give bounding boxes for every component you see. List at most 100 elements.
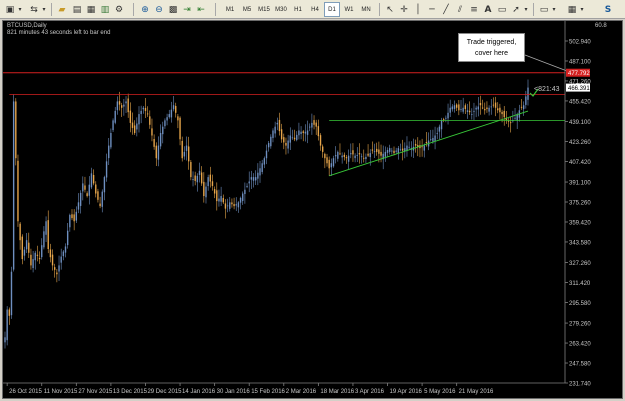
candle-body bbox=[484, 108, 486, 111]
candle-body bbox=[10, 271, 13, 316]
x-tick-label: 18 Mar 2016 bbox=[320, 389, 354, 395]
candle-body bbox=[298, 130, 300, 136]
timeframe-m15[interactable]: M15 bbox=[256, 2, 272, 17]
folder-icon[interactable]: ▰ bbox=[55, 2, 69, 17]
crosshair-icon[interactable]: ✛ bbox=[397, 2, 411, 17]
timeframe-w1[interactable]: W1 bbox=[341, 2, 357, 17]
toolbar-separator bbox=[379, 3, 380, 16]
candle-body bbox=[222, 197, 224, 203]
candle-body bbox=[92, 175, 95, 184]
candle-body bbox=[155, 145, 157, 159]
timeframe-mn[interactable]: MN bbox=[358, 2, 374, 17]
candle-body bbox=[125, 101, 127, 104]
vertical-line-icon[interactable]: │ bbox=[411, 2, 425, 17]
candle-body bbox=[527, 87, 529, 100]
timeframe-m5[interactable]: M5 bbox=[239, 2, 255, 17]
candle-body bbox=[175, 105, 177, 113]
periods-icon[interactable]: ▦ bbox=[565, 2, 579, 17]
candle-body bbox=[369, 153, 371, 158]
candle-body bbox=[220, 196, 222, 202]
candle-body bbox=[494, 102, 497, 108]
market-dropdown-icon[interactable]: ▾ bbox=[41, 2, 47, 17]
indicators-dropdown-icon[interactable]: ▾ bbox=[551, 2, 557, 17]
candle-body bbox=[213, 189, 216, 194]
candle-body bbox=[170, 109, 173, 118]
navigator-icon[interactable]: ▤ bbox=[70, 2, 84, 17]
candle-body bbox=[479, 102, 482, 106]
chart-dropdown-icon[interactable]: ▾ bbox=[17, 2, 23, 17]
candle-body bbox=[492, 104, 495, 106]
price-plot[interactable]: <821:43 231.740 247.580 263.420 279.260 295.5… bbox=[3, 21, 623, 399]
chart-shift-icon[interactable]: ⇤ bbox=[194, 2, 208, 17]
candle-body bbox=[73, 214, 75, 222]
options-icon[interactable]: ⚙ bbox=[112, 2, 126, 17]
candle-body bbox=[421, 146, 423, 148]
candle-body bbox=[12, 101, 15, 270]
candle-body bbox=[378, 149, 380, 154]
candle-body bbox=[34, 252, 36, 261]
candle-body bbox=[436, 132, 438, 134]
candle-body bbox=[224, 203, 227, 209]
text-label-icon[interactable]: ▭ bbox=[495, 2, 509, 17]
candle-body bbox=[43, 231, 45, 248]
cursor-icon[interactable]: ↖ bbox=[383, 2, 397, 17]
candle-body bbox=[82, 183, 84, 192]
candle-body bbox=[311, 122, 313, 128]
candle-body bbox=[475, 107, 477, 110]
candle-body bbox=[185, 145, 188, 151]
text-tool-icon[interactable]: A bbox=[481, 2, 495, 17]
candle-body bbox=[233, 204, 235, 207]
candle-body bbox=[179, 117, 181, 140]
tester-icon[interactable]: ▥ bbox=[98, 2, 112, 17]
indicators-icon[interactable]: ▭ bbox=[537, 2, 551, 17]
x-tick-label: 19 Apr 2016 bbox=[390, 389, 423, 395]
candle-body bbox=[358, 153, 361, 155]
auto-scroll-icon[interactable]: ⇥ bbox=[180, 2, 194, 17]
market-watch-icon[interactable]: ⇆ bbox=[27, 2, 41, 17]
y-tick-label: 375.260 bbox=[569, 201, 591, 207]
candle-body bbox=[159, 132, 162, 147]
candle-body bbox=[172, 105, 175, 110]
timeframe-m30[interactable]: M30 bbox=[273, 2, 289, 17]
horizontal-line-icon[interactable]: ─ bbox=[425, 2, 439, 17]
zoom-in-icon[interactable]: ⊕ bbox=[138, 2, 152, 17]
candle-body bbox=[363, 157, 365, 159]
chart-window[interactable]: BTCUSD,Daily 821 minutes 43 seconds left… bbox=[2, 20, 623, 399]
candle-body bbox=[462, 107, 464, 112]
support-trendline bbox=[329, 110, 529, 177]
timeframe-h4[interactable]: H4 bbox=[307, 2, 323, 17]
candle-body bbox=[285, 142, 287, 146]
x-tick-label: 14 Jan 2016 bbox=[182, 389, 216, 395]
y-tick-label: 502.940 bbox=[569, 40, 591, 46]
y-tick-label: 311.420 bbox=[569, 281, 591, 287]
candle-body bbox=[108, 145, 110, 159]
candle-body bbox=[507, 120, 510, 122]
candle-body bbox=[384, 151, 387, 157]
candle-body bbox=[438, 126, 441, 132]
trendline-icon[interactable]: ╱ bbox=[439, 2, 453, 17]
candle-body bbox=[121, 105, 123, 108]
candle-body bbox=[321, 146, 324, 152]
help-icon[interactable]: S bbox=[601, 2, 615, 17]
equidistant-channel-icon[interactable]: ⫽ bbox=[453, 2, 467, 17]
candle-body bbox=[250, 177, 253, 180]
zoom-out-icon[interactable]: ⊖ bbox=[152, 2, 166, 17]
candle-body bbox=[261, 163, 263, 172]
timeframe-d1[interactable]: D1 bbox=[324, 2, 340, 17]
tile-windows-icon[interactable]: ▩ bbox=[166, 2, 180, 17]
candle-body bbox=[248, 181, 250, 184]
arrows-icon[interactable]: ➚ bbox=[509, 2, 523, 17]
candle-body bbox=[477, 106, 479, 110]
candle-body bbox=[267, 143, 270, 148]
candle-body bbox=[207, 177, 209, 187]
arrows-dropdown-icon[interactable]: ▾ bbox=[523, 2, 529, 17]
timeframe-h1[interactable]: H1 bbox=[290, 2, 306, 17]
fibonacci-icon[interactable]: ≡ bbox=[467, 2, 481, 17]
new-chart-icon[interactable]: ▣ bbox=[3, 2, 17, 17]
terminal-icon[interactable]: ▦ bbox=[84, 2, 98, 17]
candle-body bbox=[246, 185, 248, 187]
timeframe-m1[interactable]: M1 bbox=[222, 2, 238, 17]
candle-body bbox=[164, 120, 166, 127]
templates-dropdown-icon[interactable]: ▾ bbox=[579, 2, 585, 17]
y-tick-label: 439.100 bbox=[569, 120, 591, 126]
